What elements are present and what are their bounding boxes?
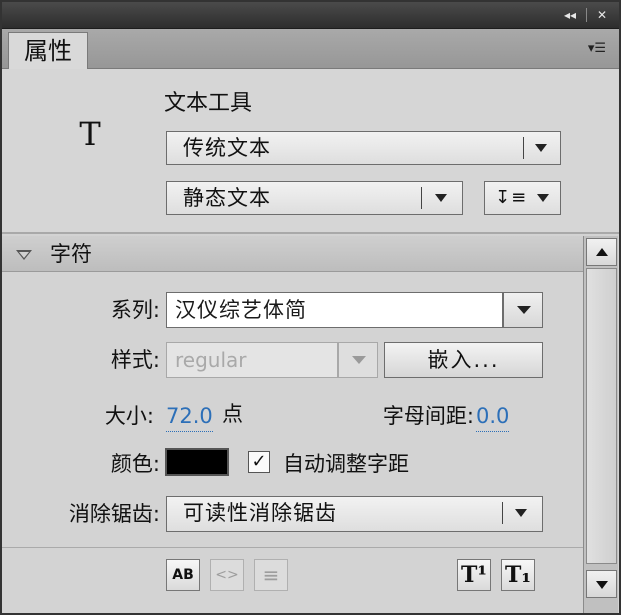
dropdown-divider bbox=[421, 187, 422, 209]
scroll-up-button[interactable] bbox=[586, 238, 617, 266]
letter-spacing-value[interactable]: 0.0 bbox=[476, 401, 510, 432]
chevron-down-icon bbox=[352, 356, 366, 364]
auto-kern-checkbox[interactable]: ✓ bbox=[248, 451, 270, 473]
chevron-down-icon bbox=[537, 194, 549, 202]
character-bottom-toolbar bbox=[2, 547, 583, 613]
font-family-value: 汉仪综艺体简 bbox=[175, 298, 307, 322]
text-type-value: 静态文本 bbox=[183, 186, 271, 210]
character-section-label: 字符 bbox=[50, 242, 92, 266]
chevron-up-icon bbox=[596, 248, 608, 256]
subscript-button[interactable]: T₁ bbox=[501, 559, 535, 591]
chevron-down-icon bbox=[435, 194, 447, 202]
chevron-down-icon bbox=[596, 581, 608, 589]
letter-spacing-label: 字母间距: bbox=[382, 404, 474, 428]
tab-row: 属性 ▾☰ bbox=[2, 29, 619, 69]
text-color-swatch[interactable] bbox=[165, 448, 229, 476]
scroll-down-button[interactable] bbox=[586, 570, 617, 598]
superscript-button[interactable]: T¹ bbox=[457, 559, 491, 591]
text-engine-value: 传统文本 bbox=[183, 136, 271, 160]
font-size-unit: 点 bbox=[222, 402, 243, 426]
title-bar-separator bbox=[586, 8, 587, 22]
text-orientation-icon: ↧≡ bbox=[495, 187, 528, 208]
tool-title: 文本工具 bbox=[164, 91, 253, 116]
font-style-value: regular bbox=[175, 348, 247, 372]
color-label: 颜色: bbox=[110, 452, 160, 476]
text-orientation-dropdown[interactable]: ↧≡ bbox=[484, 181, 561, 215]
font-family-input[interactable]: 汉仪综艺体简 bbox=[166, 292, 503, 328]
chevron-down-icon bbox=[517, 306, 531, 314]
chevron-down-icon bbox=[535, 144, 547, 152]
font-style-dropdown-button[interactable] bbox=[338, 342, 378, 378]
vertical-scrollbar[interactable] bbox=[583, 236, 618, 613]
character-section-header[interactable]: 字符 bbox=[2, 236, 583, 272]
text-tool-icon: T bbox=[79, 115, 101, 153]
panel-title-bar: ◂◂ ✕ bbox=[2, 2, 619, 29]
panel-menu-icon[interactable]: ▾☰ bbox=[581, 39, 613, 59]
dropdown-divider bbox=[502, 502, 503, 524]
family-label: 系列: bbox=[110, 298, 160, 322]
style-label: 样式: bbox=[110, 348, 160, 372]
anti-alias-value: 可读性消除锯齿 bbox=[183, 501, 337, 525]
render-html-button[interactable]: <> bbox=[210, 559, 244, 591]
text-type-dropdown[interactable]: 静态文本 bbox=[166, 181, 463, 215]
collapse-icon[interactable]: ◂◂ bbox=[560, 6, 580, 24]
chevron-down-icon bbox=[515, 509, 527, 517]
selectable-text-button[interactable]: AB bbox=[166, 559, 200, 591]
dropdown-divider bbox=[523, 137, 524, 159]
scroll-thumb[interactable] bbox=[586, 268, 617, 564]
collapse-triangle-icon[interactable] bbox=[16, 250, 32, 260]
font-family-dropdown-button[interactable] bbox=[503, 292, 543, 328]
embed-button[interactable]: 嵌入... bbox=[384, 342, 543, 378]
show-border-button[interactable]: ≡ bbox=[254, 559, 288, 591]
font-size-value[interactable]: 72.0 bbox=[166, 401, 213, 432]
text-engine-dropdown[interactable]: 传统文本 bbox=[166, 131, 561, 165]
auto-kern-label: 自动调整字距 bbox=[283, 452, 409, 476]
size-label: 大小: bbox=[104, 404, 154, 428]
close-icon[interactable]: ✕ bbox=[592, 6, 612, 24]
font-style-input[interactable]: regular bbox=[166, 342, 338, 378]
anti-alias-label: 消除锯齿: bbox=[68, 502, 160, 526]
tab-properties[interactable]: 属性 bbox=[8, 32, 88, 69]
anti-alias-dropdown[interactable]: 可读性消除锯齿 bbox=[166, 496, 543, 532]
